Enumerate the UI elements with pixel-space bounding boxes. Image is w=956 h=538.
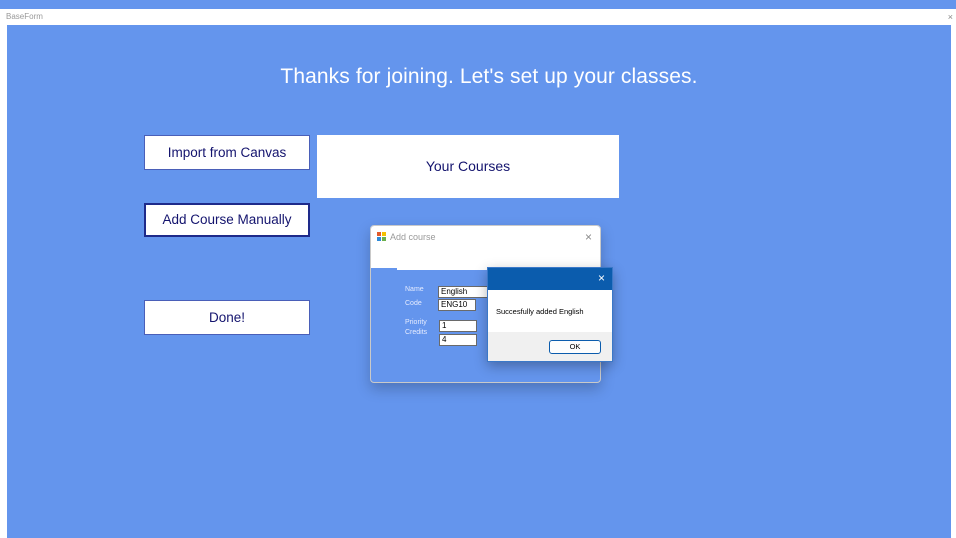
name-field[interactable]: English [438, 286, 490, 298]
page-title: Thanks for joining. Let's set up your cl… [280, 65, 698, 88]
window-title: BaseForm [6, 12, 43, 21]
success-message-box: × Succesfully added English OK [487, 267, 613, 362]
window-titlebar: BaseForm × [0, 9, 956, 25]
ok-button[interactable]: OK [549, 340, 601, 354]
name-label: Name [405, 286, 424, 293]
add-course-manually-button[interactable]: Add Course Manually [144, 203, 310, 237]
message-box-body: Succesfully added English [488, 290, 612, 332]
message-text: Succesfully added English [496, 307, 584, 316]
code-label: Code [405, 300, 422, 307]
priority-label: Priority [405, 319, 427, 326]
your-courses-panel: Your Courses [317, 135, 619, 198]
done-button[interactable]: Done! [144, 300, 310, 335]
add-course-dialog-titlebar: Add course × [371, 226, 600, 248]
import-from-canvas-button[interactable]: Import from Canvas [144, 135, 310, 170]
top-strip [0, 0, 956, 9]
credits-label: Credits [405, 329, 428, 336]
message-box-titlebar: × [488, 268, 612, 290]
add-course-close-icon[interactable]: × [585, 226, 592, 248]
code-field[interactable]: ENG10 [438, 299, 476, 311]
app-form-icon [377, 232, 387, 242]
message-box-close-icon[interactable]: × [598, 271, 605, 285]
priority-field[interactable]: 1 [439, 320, 477, 332]
dialog-header-band [371, 248, 600, 268]
main-client-area: Thanks for joining. Let's set up your cl… [7, 25, 951, 538]
credits-field[interactable]: 4 [439, 334, 477, 346]
add-course-dialog-title: Add course [390, 232, 436, 242]
window-close-icon[interactable]: × [948, 9, 953, 25]
